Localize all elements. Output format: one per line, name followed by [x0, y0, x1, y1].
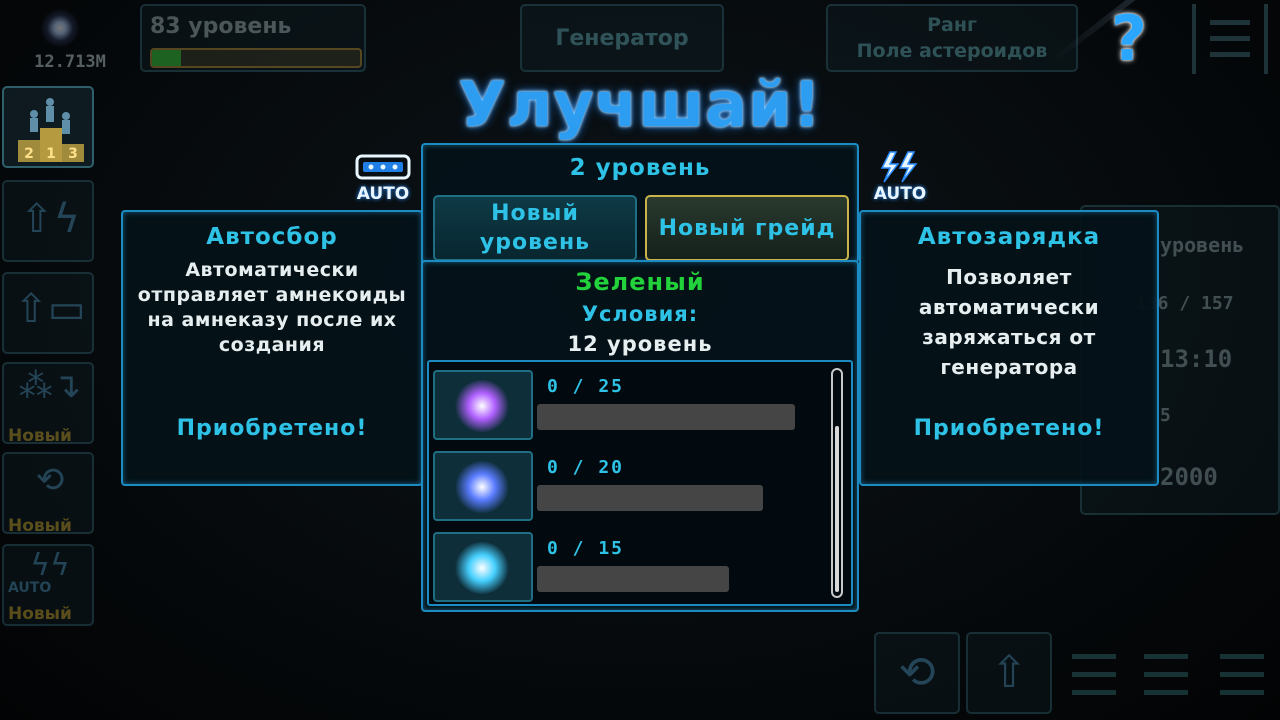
- tray-upgrade-icon: ⇧▭: [14, 286, 86, 332]
- requirement-progress: [537, 566, 729, 592]
- grade-requirements-panel: Зеленый Условия: 12 уровень 0 / 25 0 / 2…: [421, 260, 859, 612]
- svg-text:1: 1: [46, 146, 56, 162]
- new-badge: Новый: [8, 516, 72, 536]
- auto-charge-icon: AUTO: [862, 148, 938, 204]
- upgrade-button[interactable]: ⇧: [966, 632, 1052, 714]
- repeat-icon: ⟲: [35, 460, 65, 500]
- podium-icon: 2 1 3: [18, 98, 84, 162]
- player-level-panel[interactable]: 83 уровень: [140, 4, 366, 72]
- auto-collect-status: Приобретено!: [176, 416, 368, 441]
- collect-icon: ⁂↴: [18, 366, 82, 406]
- auto-charge-icon: ϟϟ: [30, 548, 70, 583]
- auto-collect-description: Автоматически отправляет амнекоиды на ам…: [137, 259, 407, 356]
- currency-star-icon: [40, 8, 80, 48]
- amnecoid-purple-icon: [433, 370, 533, 440]
- upgrade-tray-button[interactable]: ⇧▭: [2, 272, 94, 354]
- upgrade-energy-button[interactable]: ⇧ϟ: [2, 180, 94, 262]
- stats-value: 2000: [1160, 463, 1218, 491]
- list-item: 0 / 25: [433, 370, 829, 442]
- stats-count: 5: [1160, 405, 1171, 426]
- list-scrollbar[interactable]: [831, 368, 843, 598]
- scrollbar-thumb[interactable]: [835, 426, 839, 592]
- amnecoid-cyan-icon: [433, 532, 533, 602]
- list-item: 0 / 20: [433, 451, 829, 523]
- list-view-button-3[interactable]: [1212, 640, 1272, 712]
- conditions-value: 12 уровень: [567, 332, 713, 356]
- repeat-side-button[interactable]: ⟲ Новый: [2, 452, 94, 536]
- list-view-button-1[interactable]: [1064, 640, 1124, 712]
- generator-button[interactable]: Генератор: [520, 4, 724, 72]
- new-badge: Новый: [8, 426, 72, 446]
- list-view-button-2[interactable]: [1136, 640, 1196, 712]
- auto-charge-title: Автозарядка: [917, 224, 1101, 250]
- lightning-upgrade-icon: ⇧ϟ: [20, 196, 80, 242]
- requirement-count: 0 / 20: [547, 457, 625, 478]
- amnecoid-blue-icon: [433, 451, 533, 521]
- level-tabs-panel: 2 уровень Новый уровень Новый грейд: [421, 143, 859, 263]
- repeat-button[interactable]: ⟲: [874, 632, 960, 714]
- auto-label: AUTO: [356, 184, 410, 204]
- auto-collect-icon: AUTO: [345, 148, 421, 204]
- svg-text:3: 3: [68, 146, 78, 162]
- money-counter: 12.713M: [34, 52, 106, 72]
- current-level-label: 2 уровень: [569, 155, 711, 181]
- arrow-up-icon: ⇧: [990, 647, 1028, 698]
- stats-level-label: уровень: [1160, 233, 1245, 257]
- help-icon[interactable]: ?: [1098, 6, 1160, 72]
- auto-collect-side-button[interactable]: ⁂↴ Новый: [2, 362, 94, 446]
- auto-collect-title: Автосбор: [206, 224, 338, 250]
- requirement-count: 0 / 25: [547, 376, 625, 397]
- grade-name: Зеленый: [575, 268, 705, 296]
- auto-collect-panel: Автосбор Автоматически отправляет амнеко…: [121, 210, 423, 486]
- auto-charge-side-button[interactable]: ϟϟ AUTO Новый: [2, 544, 94, 626]
- svg-text:2: 2: [24, 146, 34, 162]
- leaderboard-button[interactable]: 2 1 3: [2, 86, 94, 168]
- list-item: 0 / 15: [433, 532, 829, 604]
- rank-button[interactable]: Ранг Поле астероидов: [826, 4, 1078, 72]
- player-level-text: 83 уровень: [150, 14, 292, 39]
- auto-charge-status: Приобретено!: [913, 416, 1105, 441]
- new-badge: Новый: [8, 604, 72, 624]
- player-level-progress: [150, 48, 362, 68]
- tab-new-grade[interactable]: Новый грейд: [645, 195, 849, 261]
- auto-label: AUTO: [8, 580, 52, 596]
- tab-new-level[interactable]: Новый уровень: [433, 195, 637, 261]
- requirement-progress: [537, 485, 763, 511]
- dialog-headline: Улучшай!: [458, 68, 822, 141]
- repeat-icon: ⟲: [898, 647, 936, 698]
- conditions-label: Условия:: [581, 302, 699, 326]
- stats-timer: 13:10: [1160, 345, 1233, 373]
- requirement-progress: [537, 404, 795, 430]
- auto-charge-panel: Автозарядка Позволяет автоматически заря…: [859, 210, 1159, 486]
- menu-icon[interactable]: [1192, 4, 1268, 74]
- rank-title: Ранг: [927, 14, 977, 36]
- auto-charge-description: Позволяет автоматически заряжаться от ге…: [918, 265, 1100, 379]
- requirements-list[interactable]: 0 / 25 0 / 20 0 / 15: [427, 360, 853, 606]
- rank-name: Поле астероидов: [856, 40, 1048, 62]
- auto-label: AUTO: [873, 184, 927, 204]
- requirement-count: 0 / 15: [547, 538, 625, 559]
